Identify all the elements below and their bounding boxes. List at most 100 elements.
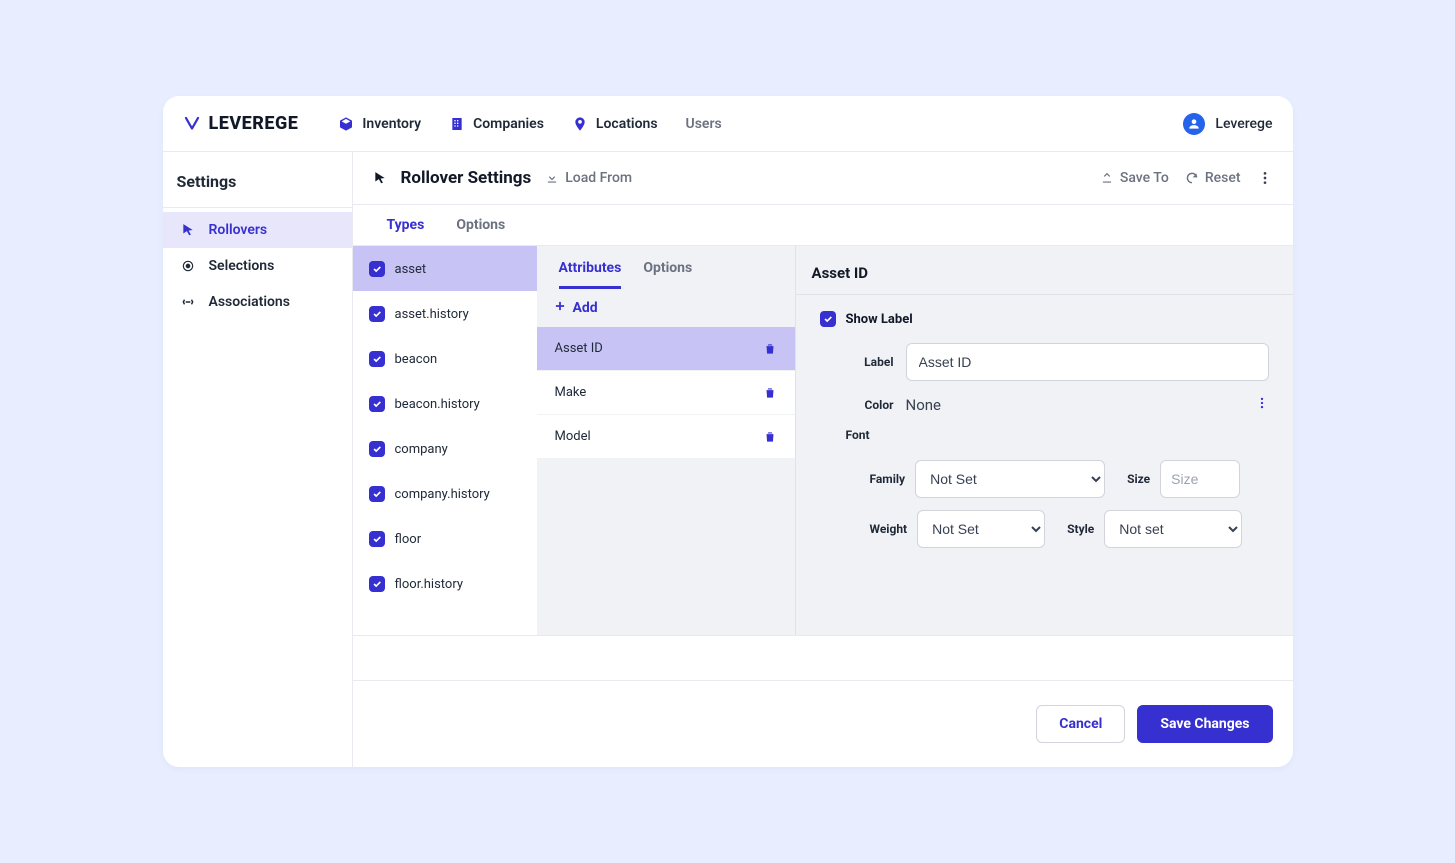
style-select[interactable]: Not set xyxy=(1104,510,1242,548)
page-title: Rollover Settings xyxy=(401,168,532,188)
tab-types[interactable]: Types xyxy=(383,205,429,245)
brand-text: LEVEREGE xyxy=(209,113,299,134)
cursor-icon xyxy=(181,223,197,237)
sidebar-item-associations[interactable]: Associations xyxy=(163,284,352,320)
attribute-item[interactable]: Model xyxy=(537,415,795,459)
nav-label: Users xyxy=(686,116,722,132)
nav-users[interactable]: Users xyxy=(686,116,722,132)
sidebar-item-label: Associations xyxy=(209,294,290,310)
type-item[interactable]: company xyxy=(353,426,537,471)
checkbox-icon[interactable] xyxy=(369,486,385,502)
content-area: asset asset.history beacon beacon.histor… xyxy=(353,246,1293,636)
load-from-label: Load From xyxy=(565,170,632,186)
tab-attributes[interactable]: Attributes xyxy=(559,260,622,289)
type-item[interactable]: asset xyxy=(353,246,537,291)
save-to-label: Save To xyxy=(1120,170,1169,186)
cancel-button[interactable]: Cancel xyxy=(1036,705,1125,743)
sidebar: Settings Rollovers Selections xyxy=(163,152,353,767)
checkbox-icon[interactable] xyxy=(369,261,385,277)
trash-icon[interactable] xyxy=(763,342,777,356)
type-label: company xyxy=(395,442,448,457)
main: Rollover Settings Load From Save To xyxy=(353,152,1293,767)
building-icon xyxy=(449,116,465,132)
detail-panel: Asset ID Show Label Label Color None xyxy=(795,246,1293,635)
cube-icon xyxy=(338,116,354,132)
type-item[interactable]: floor.history xyxy=(353,561,537,606)
family-label: Family xyxy=(870,472,906,486)
trash-icon[interactable] xyxy=(763,386,777,400)
type-item[interactable]: floor xyxy=(353,516,537,561)
weight-select[interactable]: Not Set xyxy=(917,510,1045,548)
plus-icon xyxy=(553,299,567,317)
app-window: LEVEREGE Inventory Companies Locations xyxy=(163,96,1293,767)
sidebar-item-label: Rollovers xyxy=(209,222,268,238)
nav-inventory[interactable]: Inventory xyxy=(338,116,421,132)
type-item[interactable]: beacon.history xyxy=(353,381,537,426)
type-label: beacon.history xyxy=(395,397,480,412)
checkbox-icon[interactable] xyxy=(369,306,385,322)
type-label: company.history xyxy=(395,487,490,502)
sidebar-list: Rollovers Selections Associations xyxy=(163,208,352,320)
user-menu[interactable]: Leverege xyxy=(1183,113,1272,135)
show-label-toggle[interactable]: Show Label xyxy=(820,311,1269,327)
body: Settings Rollovers Selections xyxy=(163,152,1293,767)
reset-button[interactable]: Reset xyxy=(1185,170,1241,186)
nav-locations[interactable]: Locations xyxy=(572,116,658,132)
color-more-icon[interactable] xyxy=(1255,395,1269,414)
label-field-label: Label xyxy=(846,355,894,369)
nav-label: Locations xyxy=(596,116,658,132)
upload-icon xyxy=(1100,171,1114,185)
nav-label: Inventory xyxy=(362,116,421,132)
trash-icon[interactable] xyxy=(763,430,777,444)
brand-logo[interactable]: LEVEREGE xyxy=(183,113,299,134)
type-label: asset xyxy=(395,262,427,277)
user-name: Leverege xyxy=(1215,116,1272,132)
save-to-button[interactable]: Save To xyxy=(1100,170,1169,186)
checkbox-icon[interactable] xyxy=(369,351,385,367)
checkbox-icon[interactable] xyxy=(369,576,385,592)
page-header: Rollover Settings Load From Save To xyxy=(353,152,1293,205)
show-label-text: Show Label xyxy=(846,312,913,327)
nav-items: Inventory Companies Locations Users xyxy=(338,116,721,132)
load-from-button[interactable]: Load From xyxy=(545,170,632,186)
nav-companies[interactable]: Companies xyxy=(449,116,544,132)
target-icon xyxy=(181,259,197,273)
avatar-icon xyxy=(1183,113,1205,135)
detail-title: Asset ID xyxy=(796,246,1293,295)
checkbox-icon[interactable] xyxy=(369,396,385,412)
add-attribute-button[interactable]: Add xyxy=(537,289,795,327)
types-list: asset asset.history beacon beacon.histor… xyxy=(353,246,537,635)
attribute-label: Make xyxy=(555,385,587,400)
checkbox-icon[interactable] xyxy=(369,441,385,457)
attribute-item[interactable]: Make xyxy=(537,371,795,415)
download-icon xyxy=(545,171,559,185)
sidebar-item-rollovers[interactable]: Rollovers xyxy=(163,212,352,248)
checkbox-icon[interactable] xyxy=(369,531,385,547)
type-label: beacon xyxy=(395,352,438,367)
color-field-label: Color xyxy=(846,398,894,412)
type-item[interactable]: company.history xyxy=(353,471,537,516)
attribute-label: Asset ID xyxy=(555,341,603,356)
attribute-item[interactable]: Asset ID xyxy=(537,327,795,371)
save-button[interactable]: Save Changes xyxy=(1137,705,1272,743)
weight-label: Weight xyxy=(870,522,908,536)
sidebar-item-label: Selections xyxy=(209,258,275,274)
footer: Cancel Save Changes xyxy=(353,680,1293,767)
attribute-label: Model xyxy=(555,429,591,444)
tab-attribute-options[interactable]: Options xyxy=(643,260,692,289)
reset-label: Reset xyxy=(1205,170,1241,186)
type-label: floor xyxy=(395,532,422,547)
tab-options[interactable]: Options xyxy=(452,205,509,245)
size-input[interactable] xyxy=(1160,460,1240,498)
more-icon[interactable] xyxy=(1257,170,1273,186)
type-item[interactable]: asset.history xyxy=(353,291,537,336)
color-value: None xyxy=(906,396,942,414)
checkbox-icon[interactable] xyxy=(820,311,836,327)
label-input[interactable] xyxy=(906,343,1269,381)
family-select[interactable]: Not Set xyxy=(915,460,1105,498)
add-label: Add xyxy=(573,300,598,316)
sidebar-item-selections[interactable]: Selections xyxy=(163,248,352,284)
font-section-label: Font xyxy=(820,428,1269,442)
style-label: Style xyxy=(1067,522,1094,536)
type-item[interactable]: beacon xyxy=(353,336,537,381)
